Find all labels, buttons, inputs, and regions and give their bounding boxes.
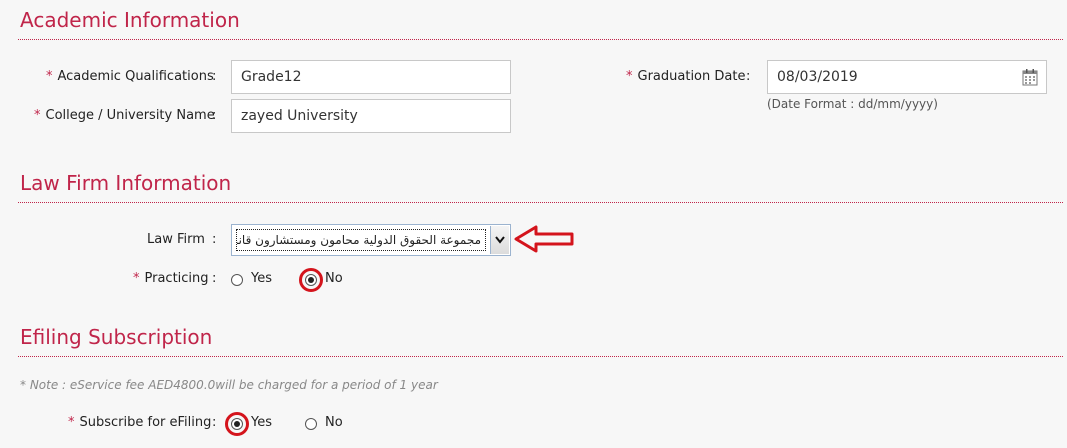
subscribe-no-radio[interactable] (305, 418, 317, 430)
section-title-law-firm: Law Firm Information (20, 171, 232, 195)
subscribe-no-label[interactable]: No (325, 415, 343, 430)
date-format-hint: (Date Format : dd/mm/yyyy) (767, 97, 938, 111)
graduation-date-label: * Graduation Date (626, 69, 745, 84)
required-mark: * (133, 271, 140, 286)
subscribe-efiling-label: * Subscribe for eFiling (68, 415, 211, 430)
law-firm-label: Law Firm (147, 232, 205, 247)
annotation-circle (225, 412, 249, 436)
label-text: College / University Name (45, 108, 215, 123)
practicing-yes-radio[interactable] (231, 274, 243, 286)
section-title-efiling: Efiling Subscription (20, 325, 213, 349)
label-text: Practicing (144, 271, 209, 286)
colon: : (212, 415, 217, 430)
required-mark: * (46, 69, 53, 84)
label-text: Graduation Date (637, 69, 746, 84)
academic-qualifications-input[interactable]: Grade12 (231, 60, 511, 94)
left-arrow-icon (514, 225, 574, 253)
chevron-down-icon (495, 236, 505, 244)
law-firm-select[interactable]: مجموعة الحقوق الدولية محامون ومستشارون ق… (231, 224, 511, 256)
university-name-label: * College / University Name (34, 108, 215, 123)
colon: : (212, 271, 217, 286)
label-text: Subscribe for eFiling (79, 415, 212, 430)
section-divider (18, 39, 1063, 40)
section-divider (18, 202, 1063, 203)
colon: : (746, 69, 751, 84)
practicing-no-label[interactable]: No (325, 271, 343, 286)
required-mark: * (626, 69, 633, 84)
required-mark: * (68, 415, 75, 430)
colon: : (212, 108, 217, 123)
dropdown-button[interactable] (490, 226, 509, 254)
practicing-label: * Practicing (133, 271, 209, 286)
annotation-circle (299, 268, 323, 292)
efiling-fee-note: * Note : eService fee AED4800.0will be c… (20, 378, 438, 392)
graduation-date-input[interactable]: 08/03/2019 (767, 60, 1047, 94)
graduation-date-value: 08/03/2019 (777, 69, 858, 85)
section-title-academic: Academic Information (20, 8, 240, 32)
subscribe-yes-label[interactable]: Yes (251, 415, 272, 430)
label-text: Academic Qualifications (57, 69, 214, 84)
section-divider (18, 356, 1063, 357)
calendar-icon[interactable] (1022, 68, 1038, 86)
academic-qualifications-label: * Academic Qualifications (46, 69, 214, 84)
practicing-yes-label[interactable]: Yes (251, 271, 272, 286)
university-name-input[interactable]: zayed University (231, 99, 511, 133)
label-text: Law Firm (147, 232, 205, 247)
colon: : (212, 232, 217, 247)
law-firm-selected-value: مجموعة الحقوق الدولية محامون ومستشارون ق… (236, 229, 486, 251)
required-mark: * (34, 108, 41, 123)
colon: : (212, 69, 217, 84)
